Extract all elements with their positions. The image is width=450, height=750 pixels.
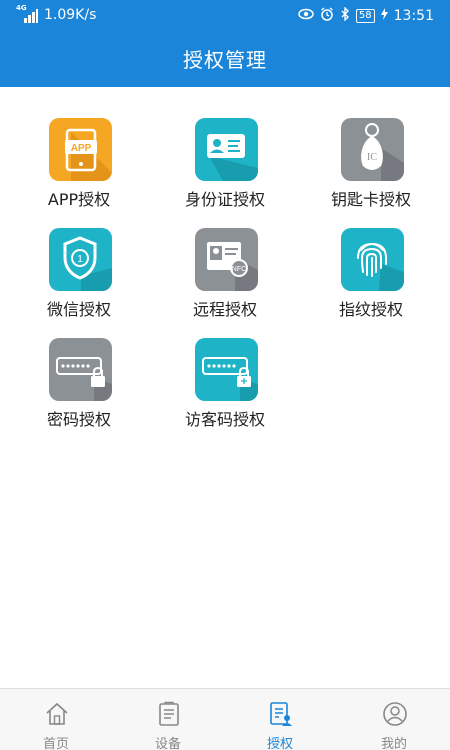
grid-item-label: 密码授权	[46, 410, 111, 429]
grid-item-visitor-code[interactable]: 访客码授权	[150, 338, 300, 438]
svg-text:NFC: NFC	[232, 266, 246, 273]
wechat-shield-icon: 1	[49, 228, 112, 291]
svg-text:IC: IC	[367, 152, 377, 163]
device-icon	[156, 701, 182, 727]
app-icon: APP	[49, 118, 112, 181]
grid-item-password[interactable]: 密码授权	[4, 338, 154, 438]
password-lock-icon	[49, 338, 112, 401]
tab-authorize[interactable]: 授权	[224, 689, 336, 750]
grid-item-label: 访客码授权	[184, 410, 265, 429]
grid-item-label: 指纹授权	[338, 300, 403, 319]
charging-icon	[380, 8, 388, 24]
network-type: 4G	[16, 4, 27, 12]
signal-icon: 4G	[16, 4, 38, 23]
grid-item-label: 远程授权	[192, 300, 257, 319]
ic-key-fob-icon: IC	[341, 118, 404, 181]
grid-item-label: APP授权	[47, 190, 111, 209]
grid-item-fingerprint[interactable]: 指纹授权	[296, 228, 446, 328]
grid-item-remote[interactable]: NFC 远程授权	[150, 228, 300, 328]
bottom-tab-bar: 首页 设备 授权 我的	[0, 688, 450, 750]
tab-label: 授权	[266, 737, 293, 750]
tab-label: 首页	[42, 737, 69, 750]
profile-icon	[382, 701, 408, 727]
battery-level: 58	[355, 9, 375, 23]
alarm-icon	[320, 7, 334, 25]
grid-item-label: 微信授权	[46, 300, 111, 319]
tab-device[interactable]: 设备	[112, 689, 224, 750]
svg-text:APP: APP	[71, 143, 92, 154]
grid-item-wechat[interactable]: 1 微信授权	[4, 228, 154, 328]
bluetooth-icon	[340, 6, 350, 25]
grid-item-key-card[interactable]: IC 钥匙卡授权	[296, 118, 446, 218]
authorize-icon	[268, 701, 294, 727]
svg-text:1: 1	[77, 254, 83, 265]
fingerprint-icon	[341, 228, 404, 291]
page-title: 授权管理	[183, 48, 267, 72]
tab-label: 我的	[380, 737, 407, 750]
tab-home[interactable]: 首页	[0, 689, 112, 750]
network-speed: 1.09K/s	[44, 7, 97, 23]
visitor-code-icon	[195, 338, 258, 401]
tab-profile[interactable]: 我的	[338, 689, 450, 750]
grid-item-label: 身份证授权	[184, 190, 265, 209]
home-icon	[44, 701, 70, 727]
app-header: 4G 1.09K/s 58 13:51 授权管理	[0, 0, 450, 87]
id-card-icon	[195, 118, 258, 181]
nfc-card-icon: NFC	[195, 228, 258, 291]
tab-label: 设备	[154, 737, 181, 750]
grid-item-app[interactable]: APP APP授权	[4, 118, 154, 218]
status-bar: 4G 1.09K/s 58 13:51	[0, 0, 450, 32]
eye-icon	[298, 8, 314, 24]
grid-item-id-card[interactable]: 身份证授权	[150, 118, 300, 218]
clock-time: 13:51	[393, 8, 434, 24]
grid-item-label: 钥匙卡授权	[330, 190, 411, 209]
